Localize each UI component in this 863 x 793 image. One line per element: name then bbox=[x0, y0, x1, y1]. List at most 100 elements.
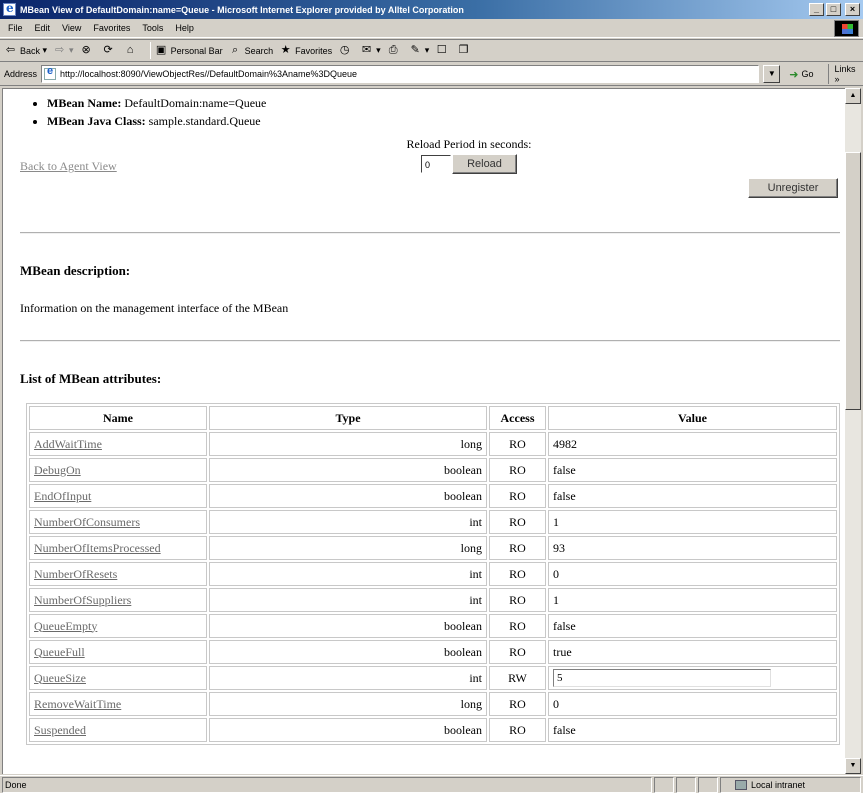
search-button[interactable]: ⌕ Search bbox=[229, 44, 273, 57]
table-row: Suspended boolean RO false bbox=[29, 718, 837, 742]
scroll-up-icon[interactable]: ▲ bbox=[845, 88, 861, 104]
menu-edit[interactable]: Edit bbox=[35, 23, 51, 33]
forward-button[interactable]: ⇨ ▾ bbox=[53, 44, 74, 57]
attribute-name-cell: QueueEmpty bbox=[29, 614, 207, 638]
address-label: Address bbox=[4, 69, 38, 79]
mbean-name-value: DefaultDomain:name=Queue bbox=[124, 96, 267, 110]
vertical-scrollbar[interactable]: ▲ ▼ bbox=[845, 88, 861, 774]
attributes-table-body: AddWaitTime long RO 4982 DebugOn boolean RO fal… bbox=[29, 432, 837, 742]
table-header-row: Name Type Access Value bbox=[29, 406, 837, 430]
back-button[interactable]: ⇦ Back ▾ bbox=[4, 44, 47, 57]
intranet-zone-icon bbox=[735, 779, 747, 790]
mbean-name-item: MBean Name: DefaultDomain:name=Queue bbox=[47, 95, 266, 111]
discuss-button[interactable]: ☐ bbox=[435, 44, 451, 57]
mbean-class-item: MBean Java Class: sample.standard.Queue bbox=[47, 113, 266, 129]
attribute-name-link[interactable]: QueueSize bbox=[34, 671, 86, 685]
attribute-name-link[interactable]: NumberOfItemsProcessed bbox=[34, 541, 161, 555]
go-label: Go bbox=[801, 69, 814, 79]
favorites-button[interactable]: ★ Favorites bbox=[279, 44, 332, 57]
attribute-name-link[interactable]: QueueEmpty bbox=[34, 619, 97, 633]
address-input[interactable]: http://localhost:8090/ViewObjectRes//Def… bbox=[41, 65, 781, 83]
status-cell bbox=[654, 776, 674, 793]
menu-favorites[interactable]: Favorites bbox=[93, 23, 130, 33]
scroll-thumb[interactable] bbox=[845, 152, 861, 410]
reload-period-label: Reload Period in seconds: bbox=[406, 137, 532, 151]
stop-button[interactable]: ⊗ bbox=[80, 44, 96, 57]
attribute-type-cell: int bbox=[209, 510, 487, 534]
attribute-name-cell: QueueSize bbox=[29, 666, 207, 690]
address-dropdown-icon[interactable]: ▼ bbox=[763, 65, 781, 83]
table-row: EndOfInput boolean RO false bbox=[29, 484, 837, 508]
toolbar-separator bbox=[149, 42, 151, 59]
refresh-icon: ⟳ bbox=[103, 44, 113, 56]
attribute-value-cell: 1 bbox=[548, 588, 837, 612]
attribute-type-cell: long bbox=[209, 536, 487, 560]
search-icon: ⌕ bbox=[232, 44, 239, 56]
table-row: NumberOfItemsProcessed long RO 93 bbox=[29, 536, 837, 560]
attribute-name-cell: DebugOn bbox=[29, 458, 207, 482]
attribute-name-link[interactable]: AddWaitTime bbox=[34, 437, 102, 451]
unregister-button[interactable]: Unregister bbox=[748, 178, 838, 198]
go-arrow-icon: ➜ bbox=[789, 68, 799, 81]
edit-button[interactable]: ✎ ▾ bbox=[409, 44, 430, 57]
attribute-access-cell: RO bbox=[489, 484, 546, 508]
close-button[interactable]: × bbox=[845, 3, 860, 16]
maximize-button[interactable]: □ bbox=[826, 3, 841, 16]
table-row: AddWaitTime long RO 4982 bbox=[29, 432, 837, 456]
print-icon: ⎙ bbox=[388, 44, 398, 56]
menu-tools[interactable]: Tools bbox=[142, 23, 163, 33]
column-header-access: Access bbox=[489, 406, 546, 430]
messenger-button[interactable]: ❐ bbox=[457, 44, 473, 57]
security-zone: Local intranet bbox=[720, 776, 861, 793]
attribute-name-cell: QueueFull bbox=[29, 640, 207, 664]
go-button[interactable]: ➜ Go bbox=[789, 68, 813, 81]
table-row: QueueEmpty boolean RO false bbox=[29, 614, 837, 638]
divider bbox=[20, 340, 840, 342]
attribute-name-cell: NumberOfConsumers bbox=[29, 510, 207, 534]
personal-bar-label: Personal Bar bbox=[170, 45, 223, 56]
reload-button[interactable]: Reload bbox=[452, 154, 517, 174]
page-icon bbox=[44, 65, 57, 80]
attribute-name-cell: NumberOfItemsProcessed bbox=[29, 536, 207, 560]
messenger-icon: ❐ bbox=[458, 44, 469, 56]
history-icon: ◷ bbox=[339, 44, 350, 56]
column-header-name: Name bbox=[29, 406, 207, 430]
scroll-down-icon[interactable]: ▼ bbox=[845, 758, 861, 774]
personal-bar-button[interactable]: ▣ Personal Bar bbox=[155, 44, 223, 57]
menu-help[interactable]: Help bbox=[175, 23, 194, 33]
history-button[interactable]: ◷ bbox=[338, 44, 354, 57]
links-button[interactable]: Links » bbox=[827, 64, 863, 84]
attribute-access-cell: RO bbox=[489, 510, 546, 534]
attribute-name-link[interactable]: NumberOfResets bbox=[34, 567, 117, 581]
attribute-value-cell: false bbox=[548, 614, 837, 638]
security-zone-label: Local intranet bbox=[751, 779, 806, 790]
back-label: Back bbox=[20, 45, 41, 56]
table-row: QueueSize int RW bbox=[29, 666, 837, 690]
mbean-class-value: sample.standard.Queue bbox=[148, 114, 261, 128]
attribute-name-link[interactable]: DebugOn bbox=[34, 463, 81, 477]
refresh-button[interactable]: ⟳ bbox=[102, 44, 118, 57]
back-to-agent-view-link[interactable]: Back to Agent View bbox=[20, 159, 117, 174]
attribute-value-cell: 0 bbox=[548, 692, 837, 716]
attribute-type-cell: long bbox=[209, 432, 487, 456]
mail-button[interactable]: ✉ ▾ bbox=[360, 44, 381, 57]
menu-file[interactable]: File bbox=[8, 23, 23, 33]
attribute-name-link[interactable]: QueueFull bbox=[34, 645, 85, 659]
attribute-name-link[interactable]: NumberOfSuppliers bbox=[34, 593, 131, 607]
stop-icon: ⊗ bbox=[81, 44, 91, 56]
attribute-name-link[interactable]: Suspended bbox=[34, 723, 86, 737]
status-cell bbox=[676, 776, 696, 793]
attribute-value-input[interactable] bbox=[553, 669, 771, 687]
reload-period-input[interactable] bbox=[421, 155, 451, 173]
attribute-name-link[interactable]: NumberOfConsumers bbox=[34, 515, 140, 529]
menu-view[interactable]: View bbox=[62, 23, 81, 33]
mbean-name-label: MBean Name: bbox=[47, 96, 122, 110]
status-bar: Done Local intranet bbox=[0, 775, 863, 793]
attribute-value-cell: false bbox=[548, 484, 837, 508]
print-button[interactable]: ⎙ bbox=[387, 44, 403, 57]
home-button[interactable]: ⌂ bbox=[124, 44, 140, 57]
attribute-name-link[interactable]: RemoveWaitTime bbox=[34, 697, 121, 711]
attribute-name-link[interactable]: EndOfInput bbox=[34, 489, 91, 503]
windows-logo-icon bbox=[834, 20, 859, 37]
minimize-button[interactable]: _ bbox=[809, 3, 824, 16]
